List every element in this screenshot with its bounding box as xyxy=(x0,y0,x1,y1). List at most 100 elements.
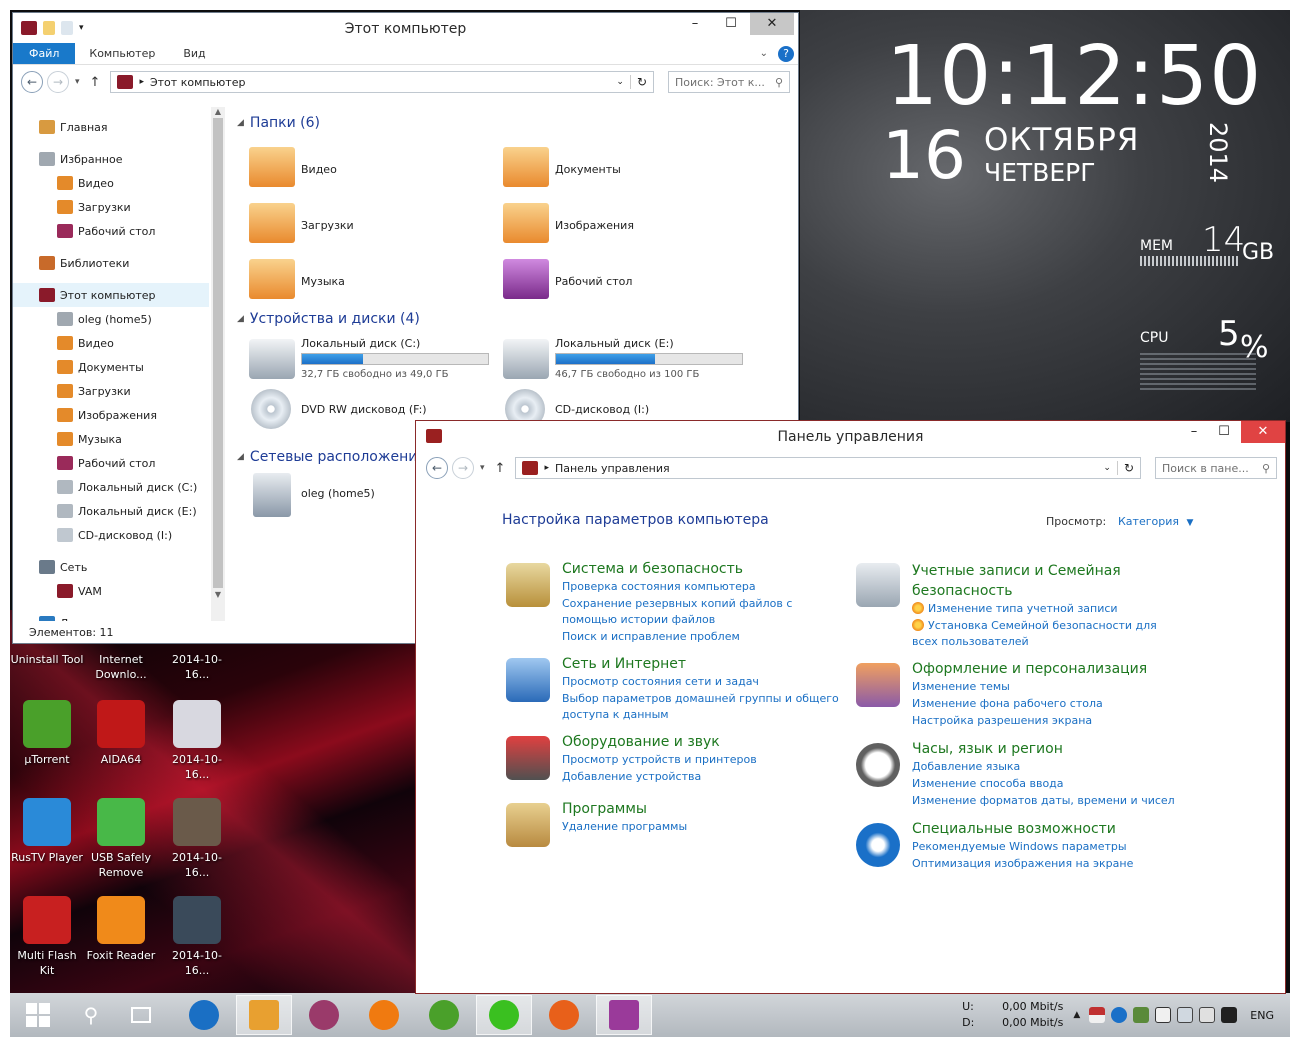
nav-item[interactable]: Изображения xyxy=(39,403,211,427)
cp-link[interactable]: Выбор параметров домашней группы и общег… xyxy=(562,691,844,723)
cp-link[interactable]: Удаление программы xyxy=(562,819,844,835)
help-icon[interactable]: ? xyxy=(778,45,794,62)
cp-link[interactable]: Просмотр состояния сети и задач xyxy=(562,674,844,690)
desktop-icon[interactable]: RusTV Player xyxy=(10,798,84,865)
cp-link[interactable]: Сохранение резервных копий файлов с помо… xyxy=(562,596,844,628)
search-taskbar-button[interactable]: ⚲ xyxy=(66,993,116,1037)
cp-link[interactable]: Настройка разрешения экрана xyxy=(912,713,1180,729)
volume-icon[interactable] xyxy=(1199,1007,1216,1023)
cp-link[interactable]: Изменение способа ввода xyxy=(912,776,1180,792)
maximize-button[interactable]: ☐ xyxy=(716,13,746,35)
cp-link[interactable]: Изменение форматов даты, времени и чисел xyxy=(912,793,1180,809)
search-input[interactable]: Поиск: Этот к... ⚲ xyxy=(668,71,790,93)
taskbar-utorrent[interactable] xyxy=(416,995,472,1035)
accessibility-icon[interactable] xyxy=(856,823,900,867)
folder-item[interactable]: Музыка xyxy=(249,259,489,305)
task-view-button[interactable] xyxy=(116,993,166,1037)
cp-up-button[interactable]: ↑ xyxy=(495,461,506,476)
nav-item[interactable]: Музыка xyxy=(39,427,211,451)
cp-search-input[interactable]: Поиск в пане... ⚲ xyxy=(1155,457,1277,479)
desktop-icon[interactable]: USB Safely Remove xyxy=(84,798,158,880)
cp-category-title[interactable]: Оформление и персонализация xyxy=(912,661,1147,677)
lock-icon[interactable] xyxy=(506,563,550,607)
desktop-icon[interactable]: µTorrent xyxy=(10,700,84,767)
nav-item[interactable]: CD-дисковод (I:) xyxy=(39,523,211,547)
e-app-icon[interactable] xyxy=(1111,1007,1128,1023)
nav-item[interactable]: Сеть xyxy=(39,555,211,579)
up-button[interactable]: ↑ xyxy=(90,75,101,90)
cp-close-button[interactable]: ✕ xyxy=(1241,421,1285,443)
users-icon[interactable] xyxy=(856,563,900,607)
cp-link[interactable]: Добавление языка xyxy=(912,759,1180,775)
cp-address-dropdown-icon[interactable]: ⌄ xyxy=(1103,463,1111,473)
taskbar-explorer[interactable] xyxy=(176,995,232,1035)
desktop-icon[interactable]: 2014-10-16... xyxy=(160,896,234,978)
clock-icon[interactable] xyxy=(856,743,900,787)
cp-back-button[interactable]: ← xyxy=(426,457,448,479)
flag-usa-icon[interactable] xyxy=(1089,1007,1106,1023)
minimize-button[interactable]: – xyxy=(680,13,710,35)
address-dropdown-icon[interactable]: ⌄ xyxy=(616,77,624,87)
network-header[interactable]: ◢ Сетевые расположения xyxy=(237,449,426,465)
nav-item[interactable]: Загрузки xyxy=(39,379,211,403)
taskbar-file-explorer[interactable] xyxy=(236,995,292,1035)
cp-address-bar[interactable]: ▸ Панель управления ⌄ ↻ xyxy=(515,457,1141,479)
network-globe-icon[interactable] xyxy=(506,658,550,702)
cp-link[interactable]: Изменение фона рабочего стола xyxy=(912,696,1180,712)
cp-maximize-button[interactable]: ☐ xyxy=(1209,421,1239,443)
taskbar-app-orange[interactable] xyxy=(356,995,412,1035)
tab-file[interactable]: Файл xyxy=(13,43,76,64)
cp-category-title[interactable]: Учетные записи и Семейная безопасность xyxy=(912,561,1132,601)
usb-remove-icon[interactable] xyxy=(1133,1007,1150,1023)
devices-header[interactable]: ◢ Устройства и диски (4) xyxy=(237,311,420,327)
tray-expand-icon[interactable]: ▲ xyxy=(1073,1010,1080,1020)
start-button[interactable] xyxy=(10,993,66,1037)
folder-item[interactable]: Изображения xyxy=(503,203,743,249)
language-indicator[interactable]: ENG xyxy=(1250,1009,1274,1022)
address-bar[interactable]: ▸ Этот компьютер ⌄ ↻ xyxy=(110,71,654,93)
programs-box-icon[interactable] xyxy=(506,803,550,847)
cp-link[interactable]: Добавление устройства xyxy=(562,769,844,785)
desktop-icon[interactable]: 2014-10-16... xyxy=(160,700,234,782)
cp-category-title[interactable]: Система и безопасность xyxy=(562,561,743,577)
cp-link[interactable]: Поиск и исправление проблем xyxy=(562,629,844,645)
cp-link[interactable]: Оптимизация изображения на экране xyxy=(912,856,1180,872)
desktop-icon[interactable]: Multi Flash Kit xyxy=(10,896,84,978)
nav-item[interactable]: Видео xyxy=(39,331,211,355)
cp-link[interactable]: Просмотр устройств и принтеров xyxy=(562,752,844,768)
cp-category-title[interactable]: Оборудование и звук xyxy=(562,734,720,750)
cp-view-dropdown[interactable]: Категория ▼ xyxy=(1118,515,1193,528)
nav-item[interactable]: Главная xyxy=(39,115,211,139)
nav-item[interactable]: Рабочий стол xyxy=(39,219,211,243)
nav-item[interactable]: oleg (home5) xyxy=(39,307,211,331)
back-button[interactable]: ← xyxy=(21,71,43,93)
desktop-icon[interactable]: 2014-10-16... xyxy=(160,798,234,880)
refresh-icon[interactable]: ↻ xyxy=(629,75,647,89)
nav-item[interactable]: Локальный диск (C:) xyxy=(39,475,211,499)
tab-computer[interactable]: Компьютер xyxy=(75,43,169,64)
nav-scrollbar-thumb[interactable] xyxy=(213,118,223,588)
action-center-flag-icon[interactable] xyxy=(1155,1007,1172,1023)
microphone-icon[interactable] xyxy=(506,736,550,780)
cp-breadcrumb[interactable]: Панель управления xyxy=(555,462,670,475)
cp-titlebar[interactable]: Панель управления – ☐ ✕ xyxy=(416,421,1285,451)
taskbar-firefox[interactable] xyxy=(536,995,592,1035)
folders-header[interactable]: ◢ Папки (6) xyxy=(237,115,320,131)
cp-link[interactable]: Изменение типа учетной записи xyxy=(912,601,1180,617)
taskbar-icq[interactable] xyxy=(476,995,532,1035)
nav-item[interactable]: Видео xyxy=(39,171,211,195)
cp-category-title[interactable]: Сеть и Интернет xyxy=(562,656,686,672)
cp-minimize-button[interactable]: – xyxy=(1179,421,1209,443)
folder-item[interactable]: Загрузки xyxy=(249,203,489,249)
drive-item[interactable]: Локальный диск (C:) 32,7 ГБ свободно из 4… xyxy=(249,335,499,385)
nav-item[interactable]: Домашняя группа xyxy=(39,611,211,621)
cp-link[interactable]: Установка Семейной безопасности для всех… xyxy=(912,618,1180,650)
cp-link[interactable]: Изменение темы xyxy=(912,679,1180,695)
network-tray-icon[interactable] xyxy=(1177,1007,1194,1023)
cp-recent-dropdown-icon[interactable]: ▾ xyxy=(480,463,485,473)
power-icon[interactable] xyxy=(1221,1007,1238,1023)
forward-button[interactable]: → xyxy=(47,71,69,93)
nav-item[interactable]: Избранное xyxy=(39,147,211,171)
nav-item[interactable]: Рабочий стол xyxy=(39,451,211,475)
nav-item[interactable]: Библиотеки xyxy=(39,251,211,275)
